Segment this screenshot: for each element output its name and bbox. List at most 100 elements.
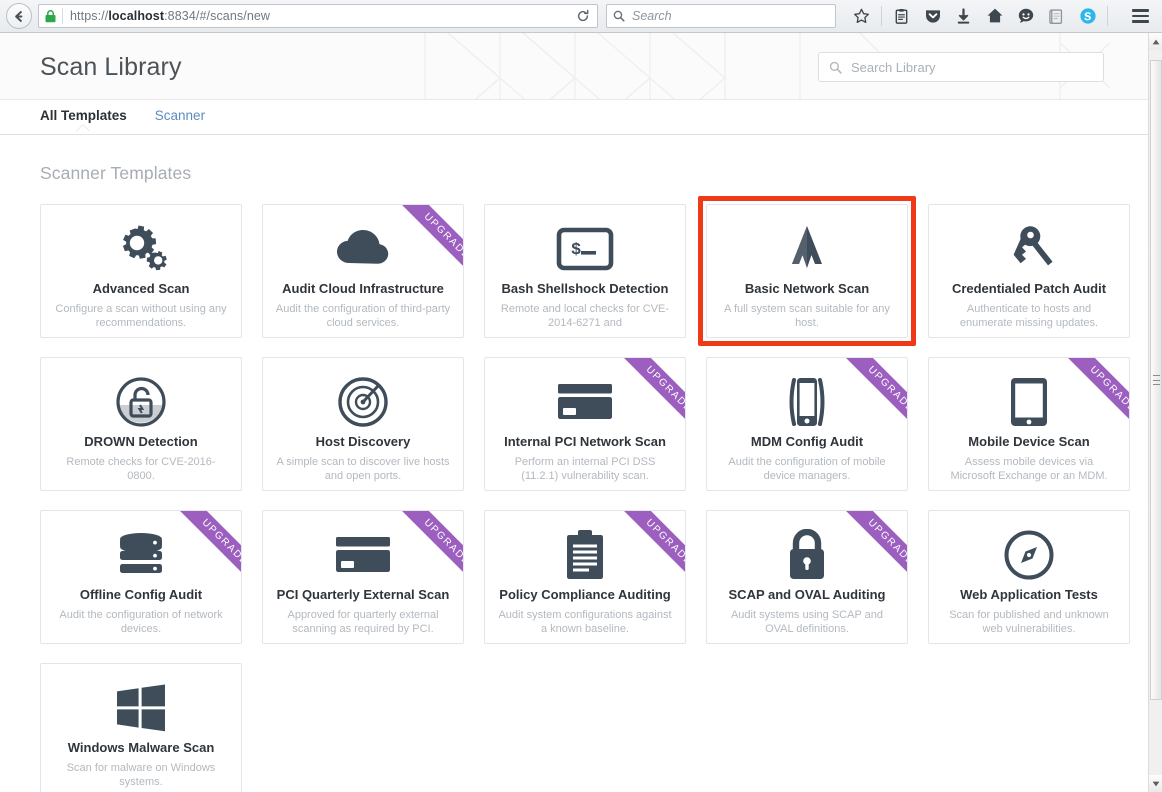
- template-title: MDM Config Audit: [750, 434, 864, 449]
- toolbar-divider: [881, 6, 882, 26]
- gears-icon: [113, 218, 169, 280]
- template-card[interactable]: Audit Cloud Infrastructure Audit the conf…: [262, 204, 464, 338]
- page-title: Scan Library: [40, 53, 182, 81]
- padlock-secure-icon: [45, 9, 56, 23]
- template-description: A simple scan to discover live hosts and…: [276, 455, 450, 482]
- template-card[interactable]: Mobile Device Scan Assess mobile devices …: [928, 357, 1130, 491]
- template-title: Web Application Tests: [960, 587, 1098, 602]
- search-icon: [829, 61, 842, 74]
- mobile-phone-icon: [783, 371, 831, 433]
- radar-target-icon: [337, 371, 389, 433]
- downloads-icon[interactable]: [948, 3, 979, 29]
- tab-all-templates[interactable]: All Templates: [40, 100, 127, 123]
- scrollbar-grip: [1153, 375, 1160, 385]
- template-card[interactable]: $ Bash Shellshock Detection Remote and lo…: [484, 204, 686, 338]
- keys-icon: [1003, 218, 1055, 280]
- search-icon: [613, 10, 625, 22]
- template-description: Approved for quarterly external scanning…: [287, 608, 439, 635]
- unlocked-padlock-circle-icon: [115, 371, 167, 433]
- clipboard-icon: [562, 524, 608, 586]
- back-button[interactable]: [6, 3, 32, 29]
- reload-icon: [577, 9, 589, 22]
- page-viewport: Scan Library Search Library All Template…: [0, 33, 1148, 792]
- template-title: Offline Config Audit: [79, 587, 203, 602]
- menu-line-1: [1131, 9, 1149, 12]
- template-title: Audit Cloud Infrastructure: [282, 281, 444, 296]
- scrollbar-thumb[interactable]: [1150, 60, 1162, 700]
- menu-button[interactable]: [1124, 3, 1156, 29]
- template-description: Authenticate to hosts and enumerate miss…: [959, 302, 1099, 329]
- svg-text:$: $: [571, 241, 581, 260]
- home-icon[interactable]: [979, 3, 1010, 29]
- template-description: Remote checks for CVE-2016-0800.: [66, 455, 216, 482]
- windows-logo-icon: [115, 677, 167, 739]
- template-card[interactable]: Basic Network Scan A full system scan sui…: [706, 204, 908, 338]
- terminal-icon: $: [556, 218, 614, 280]
- padlock-icon: [784, 524, 830, 586]
- tab-all-templates-label: All Templates: [40, 108, 127, 123]
- browser-search-box[interactable]: Search: [606, 4, 836, 28]
- templates-content: Scanner Templates Advanced Scan Configure…: [0, 135, 1148, 792]
- browser-toolbar-icons: [846, 3, 1156, 29]
- template-title: Basic Network Scan: [744, 281, 870, 296]
- template-card[interactable]: Credentialed Patch Audit Authenticate to …: [928, 204, 1130, 338]
- browser-search-placeholder: Search: [632, 9, 672, 23]
- template-title: DROWN Detection: [84, 434, 198, 449]
- back-arrow-icon: [14, 10, 22, 22]
- reader-mode-icon[interactable]: [1041, 3, 1072, 29]
- template-card[interactable]: Offline Config Audit Audit the configurat…: [40, 510, 242, 644]
- toolbar-divider-2: [1107, 6, 1108, 26]
- template-title: PCI Quarterly External Scan: [276, 587, 450, 602]
- template-description: Assess mobile devices via Microsoft Exch…: [950, 455, 1108, 482]
- template-description: Audit the configuration of network devic…: [59, 608, 223, 635]
- tablet-icon: [1007, 371, 1051, 433]
- template-title: Bash Shellshock Detection: [501, 281, 669, 296]
- compass-icon: [1003, 524, 1055, 586]
- pulse-icon: [781, 218, 833, 280]
- app-header: Scan Library Search Library: [0, 33, 1148, 100]
- template-card[interactable]: MDM Config Audit Audit the configuration …: [706, 357, 908, 491]
- cloud-icon: [334, 218, 392, 280]
- template-description: Scan for malware on Windows systems.: [66, 761, 216, 788]
- reload-button[interactable]: [571, 5, 595, 27]
- template-title: Host Discovery: [315, 434, 411, 449]
- library-search-input[interactable]: Search Library: [818, 52, 1104, 82]
- template-description: Remote and local checks for CVE-2014-627…: [500, 302, 670, 329]
- page-scrollbar[interactable]: [1148, 33, 1162, 792]
- browser-toolbar: https://localhost:8834/#/scans/new Searc…: [0, 0, 1162, 33]
- reading-list-icon[interactable]: [886, 3, 917, 29]
- pocket-icon[interactable]: [917, 3, 948, 29]
- template-card[interactable]: Windows Malware Scan Scan for malware on …: [40, 663, 242, 792]
- url-text: https://localhost:8834/#/scans/new: [70, 9, 271, 23]
- feedback-smiley-icon[interactable]: [1010, 3, 1041, 29]
- menu-line-2: [1131, 14, 1149, 18]
- scroll-up-button[interactable]: [1149, 33, 1162, 50]
- template-card[interactable]: Internal PCI Network Scan Perform an inte…: [484, 357, 686, 491]
- tab-bar: All Templates Scanner: [0, 100, 1148, 135]
- section-title: Scanner Templates: [40, 163, 192, 183]
- template-grid: Advanced Scan Configure a scan without us…: [40, 204, 1130, 792]
- scroll-down-button[interactable]: [1149, 775, 1162, 792]
- address-bar[interactable]: https://localhost:8834/#/scans/new: [38, 4, 598, 28]
- template-card[interactable]: SCAP and OVAL Auditing Audit systems usin…: [706, 510, 908, 644]
- template-description: Perform an internal PCI DSS (11.2.1) vul…: [514, 455, 656, 482]
- template-description: Scan for published and unknown web vulne…: [949, 608, 1109, 635]
- template-card[interactable]: Advanced Scan Configure a scan without us…: [40, 204, 242, 338]
- template-card[interactable]: Policy Compliance Auditing Audit system c…: [484, 510, 686, 644]
- template-card[interactable]: DROWN Detection Remote checks for CVE-201…: [40, 357, 242, 491]
- credit-card-icon: [334, 524, 392, 586]
- template-description: Audit the configuration of third-party c…: [275, 302, 451, 329]
- template-card[interactable]: PCI Quarterly External Scan Approved for …: [262, 510, 464, 644]
- template-description: Audit systems using SCAP and OVAL defini…: [730, 608, 884, 635]
- template-title: Internal PCI Network Scan: [504, 434, 666, 449]
- skype-icon[interactable]: [1072, 3, 1103, 29]
- template-title: Mobile Device Scan: [968, 434, 1090, 449]
- template-description: Configure a scan without using any recom…: [55, 302, 227, 329]
- template-card[interactable]: Web Application Tests Scan for published …: [928, 510, 1130, 644]
- tab-scanner[interactable]: Scanner: [155, 100, 205, 123]
- bookmark-star-icon[interactable]: [846, 3, 877, 29]
- template-card[interactable]: Host Discovery A simple scan to discover …: [262, 357, 464, 491]
- credit-card-icon: [556, 371, 614, 433]
- chevron-up-icon: [1152, 39, 1159, 44]
- menu-line-3: [1131, 20, 1149, 23]
